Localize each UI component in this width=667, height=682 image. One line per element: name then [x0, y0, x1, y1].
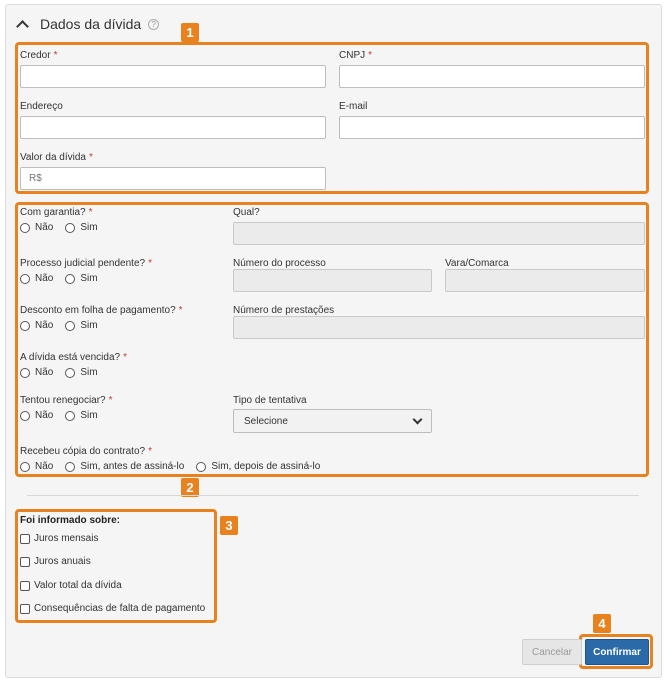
- checkbox-juros-mensais[interactable]: Juros mensais: [20, 533, 98, 544]
- copia-nao[interactable]: Não: [20, 461, 53, 472]
- vara-label: Vara/Comarca: [445, 258, 509, 269]
- garantia-label: Com garantia? *: [20, 207, 93, 218]
- radio-icon[interactable]: [65, 410, 76, 421]
- radio-icon[interactable]: [20, 367, 30, 378]
- processo-radio-group: Não Sim: [20, 273, 110, 284]
- checkbox-juros-anuais[interactable]: Juros anuais: [20, 556, 91, 567]
- radio-icon[interactable]: [20, 320, 30, 331]
- question-circle-icon[interactable]: ?: [148, 18, 160, 30]
- badge-3: 3: [220, 516, 238, 535]
- radio-icon[interactable]: [65, 367, 76, 378]
- copia-radio-group: Não Sim, antes de assiná-lo Sim, depois …: [20, 461, 332, 472]
- credor-input[interactable]: [20, 65, 326, 88]
- renegociar-sim[interactable]: Sim: [65, 410, 98, 421]
- processo-nao[interactable]: Não: [20, 273, 53, 284]
- vencida-sim[interactable]: Sim: [65, 367, 98, 378]
- email-input[interactable]: [339, 116, 645, 139]
- badge-1: 1: [181, 23, 199, 42]
- checkbox-icon[interactable]: [20, 533, 30, 544]
- credor-label: Credor *: [20, 50, 58, 61]
- garantia-nao[interactable]: Não: [20, 222, 53, 233]
- desconto-radio-group: Não Sim: [20, 320, 110, 331]
- vara-input[interactable]: [445, 269, 645, 292]
- radio-icon[interactable]: [20, 461, 30, 472]
- desconto-label: Desconto em folha de pagamento? *: [20, 305, 183, 316]
- desconto-sim[interactable]: Sim: [65, 320, 98, 331]
- vencida-radio-group: Não Sim: [20, 367, 110, 378]
- checkbox-valor-total[interactable]: Valor total da dívida: [20, 580, 122, 591]
- checkbox-icon[interactable]: [20, 603, 30, 614]
- valor-label: Valor da dívida *: [20, 152, 93, 163]
- renegociar-nao[interactable]: Não: [20, 410, 53, 421]
- vencida-label: A dívida está vencida? *: [20, 352, 127, 363]
- tipo-tentativa-label: Tipo de tentativa: [233, 395, 307, 406]
- radio-icon[interactable]: [20, 222, 30, 233]
- vencida-nao[interactable]: Não: [20, 367, 53, 378]
- desconto-nao[interactable]: Não: [20, 320, 53, 331]
- numero-processo-input[interactable]: [233, 269, 432, 292]
- confirm-button[interactable]: Confirmar: [585, 639, 649, 665]
- email-label: E-mail: [339, 101, 368, 112]
- radio-icon[interactable]: [65, 461, 76, 472]
- checkbox-icon[interactable]: [20, 556, 30, 567]
- garantia-radio-group: Não Sim: [20, 222, 110, 233]
- renegociar-radio-group: Não Sim: [20, 410, 110, 421]
- radio-icon[interactable]: [65, 273, 76, 284]
- divider: [27, 495, 639, 496]
- cnpj-input[interactable]: [339, 65, 645, 88]
- numero-processo-label: Número do processo: [233, 258, 326, 269]
- garantia-sim[interactable]: Sim: [65, 222, 98, 233]
- radio-icon[interactable]: [65, 320, 76, 331]
- cnpj-label: CNPJ *: [339, 50, 373, 61]
- renegociar-label: Tentou renegociar? *: [20, 395, 113, 406]
- cancel-button[interactable]: Cancelar: [522, 639, 582, 665]
- checkbox-icon[interactable]: [20, 580, 30, 591]
- prestacoes-label: Número de prestações: [233, 305, 335, 316]
- qual-input[interactable]: [233, 222, 645, 245]
- panel-title: Dados da dívida: [40, 16, 142, 32]
- valor-input[interactable]: [20, 167, 326, 190]
- chevron-up-icon[interactable]: [16, 20, 29, 33]
- copia-sim-depois[interactable]: Sim, depois de assiná-lo: [196, 461, 320, 472]
- radio-icon[interactable]: [20, 410, 30, 421]
- panel-header[interactable]: Dados da dívida ?: [16, 16, 160, 33]
- informado-heading: Foi informado sobre:: [20, 515, 120, 526]
- prestacoes-input[interactable]: [233, 316, 645, 339]
- copia-sim-antes[interactable]: Sim, antes de assiná-lo: [65, 461, 184, 472]
- tipo-tentativa-select[interactable]: Selecione: [233, 409, 432, 433]
- radio-icon[interactable]: [20, 273, 30, 284]
- chevron-down-icon: [412, 414, 423, 424]
- copia-label: Recebeu cópia do contrato? *: [20, 446, 152, 457]
- endereco-label: Endereço: [20, 101, 63, 112]
- qual-label: Qual?: [233, 207, 260, 218]
- badge-4: 4: [593, 614, 611, 633]
- processo-sim[interactable]: Sim: [65, 273, 98, 284]
- endereco-input[interactable]: [20, 116, 326, 139]
- processo-label: Processo judicial pendente? *: [20, 258, 152, 269]
- radio-icon[interactable]: [65, 222, 76, 233]
- radio-icon[interactable]: [196, 461, 207, 472]
- checkbox-consequencias[interactable]: Consequências de falta de pagamento: [20, 603, 205, 614]
